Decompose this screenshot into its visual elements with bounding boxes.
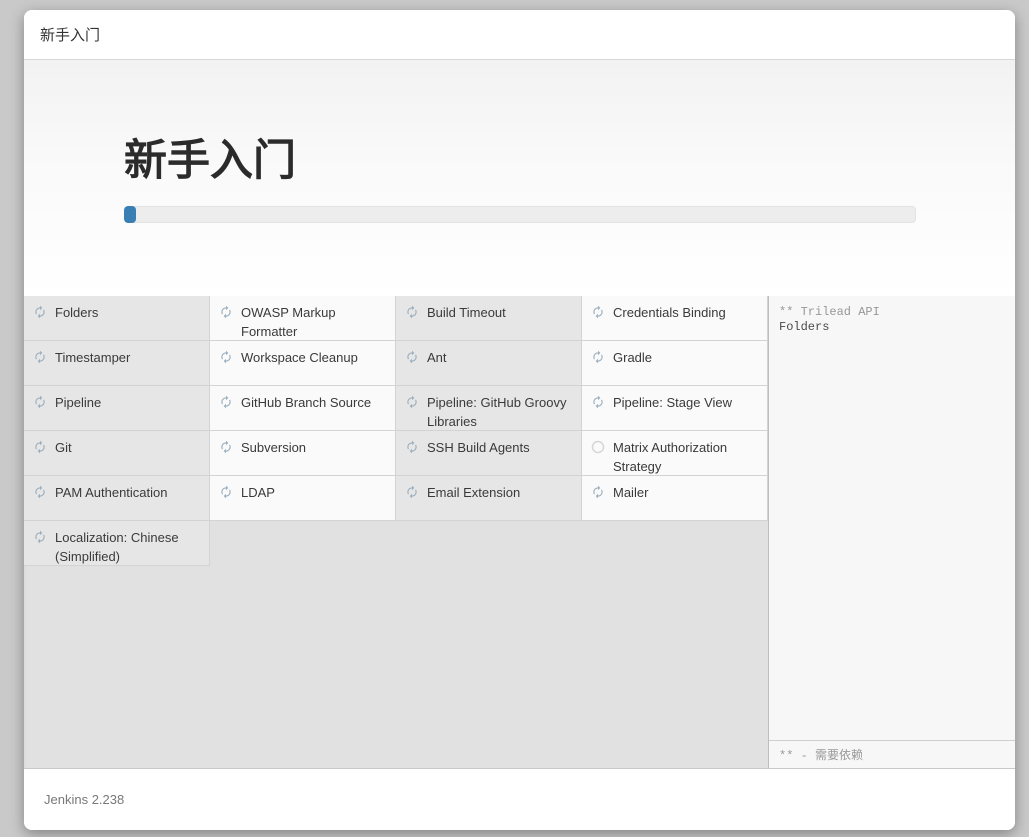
installing-spinner-icon bbox=[591, 350, 605, 364]
plugin-name: Localization: Chinese (Simplified) bbox=[55, 528, 203, 566]
plugin-cell: GitHub Branch Source bbox=[210, 386, 396, 431]
installing-spinner-icon bbox=[405, 350, 419, 364]
plugin-name: LDAP bbox=[241, 483, 275, 502]
plugin-name: Subversion bbox=[241, 438, 306, 457]
plugin-cell: Git bbox=[24, 431, 210, 476]
installing-spinner-icon bbox=[33, 440, 47, 454]
plugin-cell: Folders bbox=[24, 296, 210, 341]
plugin-cell: Build Timeout bbox=[396, 296, 582, 341]
plugin-cell: OWASP Markup Formatter bbox=[210, 296, 396, 341]
installing-spinner-icon bbox=[591, 305, 605, 319]
plugin-cell: Timestamper bbox=[24, 341, 210, 386]
plugin-cell: Mailer bbox=[582, 476, 768, 521]
installing-spinner-icon bbox=[591, 485, 605, 499]
setup-wizard-dialog: 新手入门 新手入门 Folders OWASP Markup Formatter B… bbox=[24, 10, 1015, 830]
plugin-cell: Subversion bbox=[210, 431, 396, 476]
install-console-panel: ** Trilead APIFolders ** - 需要依赖 bbox=[768, 296, 1015, 768]
installing-spinner-icon bbox=[219, 305, 233, 319]
installing-spinner-icon bbox=[33, 305, 47, 319]
dialog-titlebar: 新手入门 bbox=[24, 10, 1015, 60]
plugin-cell: PAM Authentication bbox=[24, 476, 210, 521]
plugin-name: Credentials Binding bbox=[613, 303, 726, 322]
installing-spinner-icon bbox=[405, 485, 419, 499]
installing-spinner-icon bbox=[219, 440, 233, 454]
plugin-name: SSH Build Agents bbox=[427, 438, 530, 457]
pending-circle-icon bbox=[591, 440, 605, 454]
plugin-name: GitHub Branch Source bbox=[241, 393, 371, 412]
install-progress-bar bbox=[124, 206, 916, 223]
plugin-cell: LDAP bbox=[210, 476, 396, 521]
page-title: 新手入门 bbox=[124, 140, 1015, 183]
plugin-cell: Email Extension bbox=[396, 476, 582, 521]
plugin-name: Workspace Cleanup bbox=[241, 348, 358, 367]
plugin-cell: Credentials Binding bbox=[582, 296, 768, 341]
installing-spinner-icon bbox=[219, 395, 233, 409]
plugin-cell: SSH Build Agents bbox=[396, 431, 582, 476]
dependency-legend: ** - 需要依赖 bbox=[769, 740, 1015, 768]
plugin-cell: Workspace Cleanup bbox=[210, 341, 396, 386]
plugin-name: Folders bbox=[55, 303, 98, 322]
installing-spinner-icon bbox=[219, 350, 233, 364]
plugin-name: Email Extension bbox=[427, 483, 520, 502]
plugin-name: Matrix Authorization Strategy bbox=[613, 438, 761, 476]
installing-spinner-icon bbox=[33, 395, 47, 409]
installing-spinner-icon bbox=[405, 395, 419, 409]
plugin-cell: Pipeline: Stage View bbox=[582, 386, 768, 431]
plugin-name: Git bbox=[55, 438, 72, 457]
plugin-cell: Matrix Authorization Strategy bbox=[582, 431, 768, 476]
plugin-name: OWASP Markup Formatter bbox=[241, 303, 389, 341]
dialog-footer: Jenkins 2.238 bbox=[24, 768, 1015, 830]
jenkins-version-label: Jenkins 2.238 bbox=[44, 792, 124, 807]
dialog-title: 新手入门 bbox=[40, 24, 100, 45]
console-log-line: Folders bbox=[779, 320, 1005, 335]
plugin-cell: Localization: Chinese (Simplified) bbox=[24, 521, 210, 566]
plugin-grid: Folders OWASP Markup Formatter Build Timeo… bbox=[24, 296, 768, 768]
install-area: Folders OWASP Markup Formatter Build Timeo… bbox=[24, 296, 1015, 768]
plugin-cell: Pipeline: GitHub Groovy Libraries bbox=[396, 386, 582, 431]
installing-spinner-icon bbox=[405, 440, 419, 454]
plugin-cell: Ant bbox=[396, 341, 582, 386]
install-console-log: ** Trilead APIFolders bbox=[769, 296, 1015, 740]
plugin-name: Ant bbox=[427, 348, 447, 367]
installing-spinner-icon bbox=[219, 485, 233, 499]
installing-spinner-icon bbox=[33, 485, 47, 499]
plugin-name: Gradle bbox=[613, 348, 652, 367]
plugin-name: Pipeline: GitHub Groovy Libraries bbox=[427, 393, 575, 431]
plugin-name: Build Timeout bbox=[427, 303, 506, 322]
dependency-legend-text: ** - 需要依赖 bbox=[779, 746, 863, 763]
hero-header: 新手入门 bbox=[24, 60, 1015, 296]
plugin-name: PAM Authentication bbox=[55, 483, 168, 502]
plugin-name: Pipeline bbox=[55, 393, 101, 412]
plugin-cell: Gradle bbox=[582, 341, 768, 386]
plugin-name: Timestamper bbox=[55, 348, 130, 367]
plugin-name: Mailer bbox=[613, 483, 648, 502]
plugin-cell: Pipeline bbox=[24, 386, 210, 431]
install-progress-fill bbox=[124, 206, 136, 223]
plugin-name: Pipeline: Stage View bbox=[613, 393, 732, 412]
installing-spinner-icon bbox=[405, 305, 419, 319]
installing-spinner-icon bbox=[33, 530, 47, 544]
installing-spinner-icon bbox=[33, 350, 47, 364]
console-log-line: ** Trilead API bbox=[779, 305, 1005, 320]
installing-spinner-icon bbox=[591, 395, 605, 409]
